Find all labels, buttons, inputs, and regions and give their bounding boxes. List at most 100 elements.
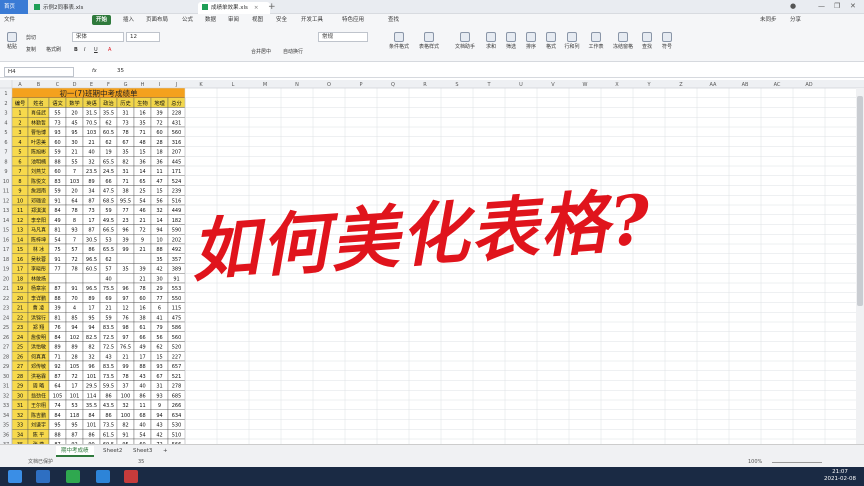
share-button[interactable]: 分享 xyxy=(790,14,801,26)
name-box[interactable]: H4 xyxy=(4,67,74,77)
menu-file[interactable]: 文件 xyxy=(4,14,15,26)
cell-text: 357 xyxy=(172,257,182,263)
cell-text: 49.5 xyxy=(103,218,114,224)
cell-text: 316 xyxy=(172,140,182,146)
ie-icon[interactable] xyxy=(36,470,50,483)
italic-button[interactable]: I xyxy=(84,47,85,53)
row-number: 31 xyxy=(3,384,9,390)
paste-label: 粘贴 xyxy=(6,44,17,50)
sum-icon xyxy=(486,32,496,42)
cell-text: 11 xyxy=(139,403,145,409)
cell-text: 101 xyxy=(87,374,97,380)
sheet-tab-1[interactable]: 期中考成绩 xyxy=(56,446,94,457)
browser-icon[interactable] xyxy=(96,470,110,483)
sort-button[interactable]: 排序 xyxy=(522,32,540,50)
menu-formula[interactable]: 公式 xyxy=(182,14,193,26)
ribbon-toolbar: 粘贴 剪切 复制 格式刷 宋体 12 B I U A 合并居中 自动换行 常规 … xyxy=(0,26,864,62)
cell-text: 91 xyxy=(54,198,60,204)
sheet-tab-3[interactable]: Sheet3 xyxy=(128,446,157,457)
close-icon[interactable]: × xyxy=(254,5,259,11)
start-icon[interactable] xyxy=(8,470,22,483)
header-text: 姓名 xyxy=(33,99,44,107)
row-col-button[interactable]: 行和列 xyxy=(562,32,582,50)
font-name-select[interactable]: 宋体 xyxy=(72,32,124,42)
avatar[interactable]: ● xyxy=(790,2,796,10)
column-letter: AD xyxy=(805,82,812,88)
cell-text: 66 xyxy=(105,179,111,185)
find-button[interactable]: 查找 xyxy=(638,32,656,50)
font-color-button[interactable]: A xyxy=(108,47,111,53)
conditional-format-button[interactable]: 条件格式 xyxy=(386,32,412,50)
bold-button[interactable]: B xyxy=(74,47,78,53)
menu-insert[interactable]: 插入 xyxy=(123,14,134,26)
freeze-panes-button[interactable]: 冻结窗格 xyxy=(610,32,636,50)
cell-text: 42 xyxy=(156,267,162,273)
menu-view[interactable]: 视图 xyxy=(252,14,263,26)
table-style-button[interactable]: 表格样式 xyxy=(416,32,442,50)
cell-text: 詹俊明 xyxy=(31,334,46,341)
tab-file-1[interactable]: 示例2同事表.xls xyxy=(30,2,130,14)
font-size-select[interactable]: 12 xyxy=(126,32,160,42)
cut-button[interactable]: 剪切 xyxy=(26,34,36,41)
wps-icon[interactable] xyxy=(124,470,138,483)
grid-canvas[interactable]: A B C D E F G H I J K L M N O P Q R S T U V W X Y Z AA AB AC AD123456… xyxy=(0,80,864,444)
cell-text: 61 xyxy=(139,325,145,331)
menu-special[interactable]: 特色应用 xyxy=(342,14,364,26)
doc-helper-button[interactable]: 文档助手 xyxy=(452,32,478,50)
sum-button[interactable]: 求和 xyxy=(482,32,500,50)
format-button[interactable]: 格式 xyxy=(542,32,560,50)
cell-text: 105 xyxy=(53,393,63,399)
add-sheet-icon[interactable]: + xyxy=(158,446,173,457)
scrollbar-thumb xyxy=(857,96,863,306)
cell-text: 池明楠 xyxy=(31,158,46,165)
tab-home[interactable]: 首页 xyxy=(0,0,28,14)
menu-home[interactable]: 开始 xyxy=(92,15,112,25)
fx-icon[interactable]: fx xyxy=(92,68,97,74)
cell-text: 29 xyxy=(156,286,162,292)
cell-text: 19 xyxy=(105,150,111,156)
row-number: 15 xyxy=(3,228,9,234)
sheet-tab-2[interactable]: Sheet2 xyxy=(98,446,127,457)
cell-text: 31 xyxy=(156,384,162,390)
symbol-button[interactable]: 符号 xyxy=(658,32,676,50)
formula-input[interactable]: 35 xyxy=(114,67,858,77)
cell-text: 20 xyxy=(17,296,23,302)
new-tab-icon[interactable]: + xyxy=(268,1,276,13)
worksheet-label: 工作表 xyxy=(588,44,604,50)
menu-data[interactable]: 数据 xyxy=(205,14,216,26)
wechat-icon[interactable] xyxy=(66,470,80,483)
menu-security[interactable]: 安全 xyxy=(276,14,287,26)
restore-icon[interactable]: ❐ xyxy=(834,2,840,10)
number-format-select[interactable]: 常规 xyxy=(318,32,368,42)
zoom-slider[interactable] xyxy=(772,462,822,463)
worksheet-button[interactable]: 工作表 xyxy=(586,32,606,50)
paste-button[interactable]: 粘贴 xyxy=(4,32,20,50)
merge-center-button[interactable]: 合并居中 xyxy=(251,48,271,55)
menu-dev-tools[interactable]: 开发工具 xyxy=(301,14,323,26)
cell-text: 96 xyxy=(88,364,94,370)
filter-button[interactable]: 筛选 xyxy=(502,32,520,50)
column-letter: P xyxy=(359,82,362,88)
menu-page-layout[interactable]: 页面布局 xyxy=(146,14,168,26)
cell-text: 85 xyxy=(71,315,77,321)
window-close-icon[interactable]: ✕ xyxy=(850,2,856,10)
tab-file-2[interactable]: 成绩单效果.xls × xyxy=(198,2,270,14)
format-painter-button[interactable]: 格式刷 xyxy=(46,46,61,53)
zoom-level[interactable]: 100% xyxy=(748,458,762,467)
copy-button[interactable]: 复制 xyxy=(26,46,36,53)
sync-status[interactable]: 未同步 xyxy=(760,14,777,26)
spreadsheet-grid[interactable]: A B C D E F G H I J K L M N O P Q R S T U V W X Y Z AA AB AC AD 1 2 3 4 5 6… xyxy=(0,80,864,444)
cell-text: 64 xyxy=(54,384,60,390)
column-header-bar xyxy=(0,80,864,88)
minimize-icon[interactable]: — xyxy=(818,2,825,10)
row-number: 33 xyxy=(3,403,9,409)
menu-search[interactable]: 查找 xyxy=(388,14,399,26)
column-letter: A xyxy=(18,82,22,88)
cell-text: 22 xyxy=(17,315,23,321)
cell-text: 115 xyxy=(172,306,182,312)
wrap-text-button[interactable]: 自动换行 xyxy=(283,48,303,55)
menu-review[interactable]: 审阅 xyxy=(228,14,239,26)
cell-text: 15 xyxy=(139,150,145,156)
underline-button[interactable]: U xyxy=(94,47,98,53)
cell-text: 王尔栩 xyxy=(31,402,46,409)
